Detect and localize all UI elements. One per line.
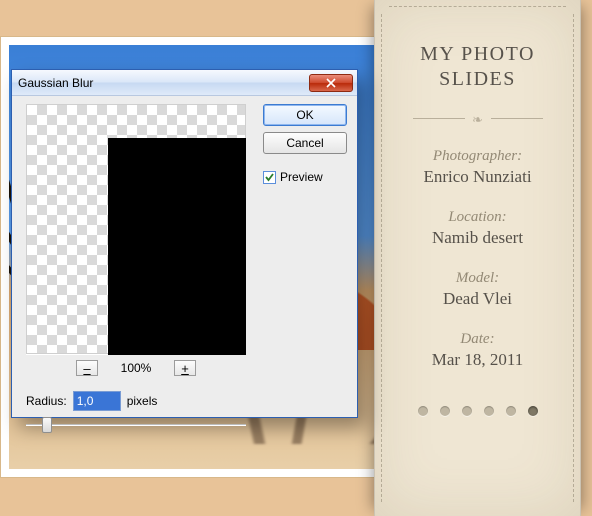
model-value: Dead Vlei [399, 289, 556, 309]
pagination-dot[interactable] [506, 406, 516, 416]
cancel-button[interactable]: Cancel [263, 132, 347, 154]
pagination-dot[interactable] [462, 406, 472, 416]
pagination-dot[interactable] [440, 406, 450, 416]
slider-thumb[interactable] [42, 417, 52, 433]
checkmark-icon [264, 172, 275, 183]
info-bookmark: MY PHOTO SLIDES ❧ Photographer: Enrico N… [374, 0, 581, 516]
photographer-label: Photographer: [399, 148, 556, 165]
gaussian-blur-dialog: Gaussian Blur – 100% + Radius: pixels OK [11, 69, 358, 418]
zoom-in-button[interactable]: + [174, 360, 196, 376]
photographer-group: Photographer: Enrico Nunziati [399, 148, 556, 187]
title-line-1: MY PHOTO [420, 43, 535, 65]
radius-slider[interactable] [26, 416, 246, 434]
pagination-dot[interactable] [418, 406, 428, 416]
pagination-dots [399, 406, 556, 416]
stitch-decoration [389, 6, 566, 7]
preview-canvas[interactable] [26, 104, 246, 354]
close-icon [325, 78, 337, 88]
zoom-out-button[interactable]: – [76, 360, 98, 376]
model-label: Model: [399, 270, 556, 287]
dialog-body: – 100% + Radius: pixels OK Cancel Previe… [12, 96, 357, 417]
date-label: Date: [399, 331, 556, 348]
location-value: Namib desert [399, 228, 556, 248]
location-group: Location: Namib desert [399, 209, 556, 248]
title-line-2: SLIDES [439, 68, 516, 90]
preview-content [108, 138, 246, 355]
model-group: Model: Dead Vlei [399, 270, 556, 309]
preview-checkbox-label: Preview [280, 170, 323, 184]
pagination-dot[interactable] [484, 406, 494, 416]
ornament-divider: ❧ [413, 112, 543, 126]
zoom-controls: – 100% + [26, 358, 246, 378]
slider-track [26, 424, 246, 426]
photographer-value: Enrico Nunziati [399, 167, 556, 187]
date-value: Mar 18, 2011 [399, 350, 556, 370]
dialog-side-column: OK Cancel Preview [263, 104, 347, 184]
bookmark-title: MY PHOTO SLIDES [399, 42, 556, 92]
ok-button[interactable]: OK [263, 104, 347, 126]
preview-toggle[interactable]: Preview [263, 170, 347, 184]
fleuron-icon: ❧ [472, 112, 483, 128]
zoom-level: 100% [116, 361, 156, 375]
radius-unit: pixels [127, 394, 158, 408]
radius-input[interactable] [73, 391, 121, 411]
radius-label: Radius: [26, 394, 67, 408]
date-group: Date: Mar 18, 2011 [399, 331, 556, 370]
location-label: Location: [399, 209, 556, 226]
pagination-dot[interactable] [528, 406, 538, 416]
dialog-titlebar[interactable]: Gaussian Blur [12, 70, 357, 96]
close-button[interactable] [309, 74, 353, 92]
dialog-title: Gaussian Blur [18, 76, 309, 90]
radius-row: Radius: pixels [26, 391, 157, 411]
preview-checkbox[interactable] [263, 171, 276, 184]
